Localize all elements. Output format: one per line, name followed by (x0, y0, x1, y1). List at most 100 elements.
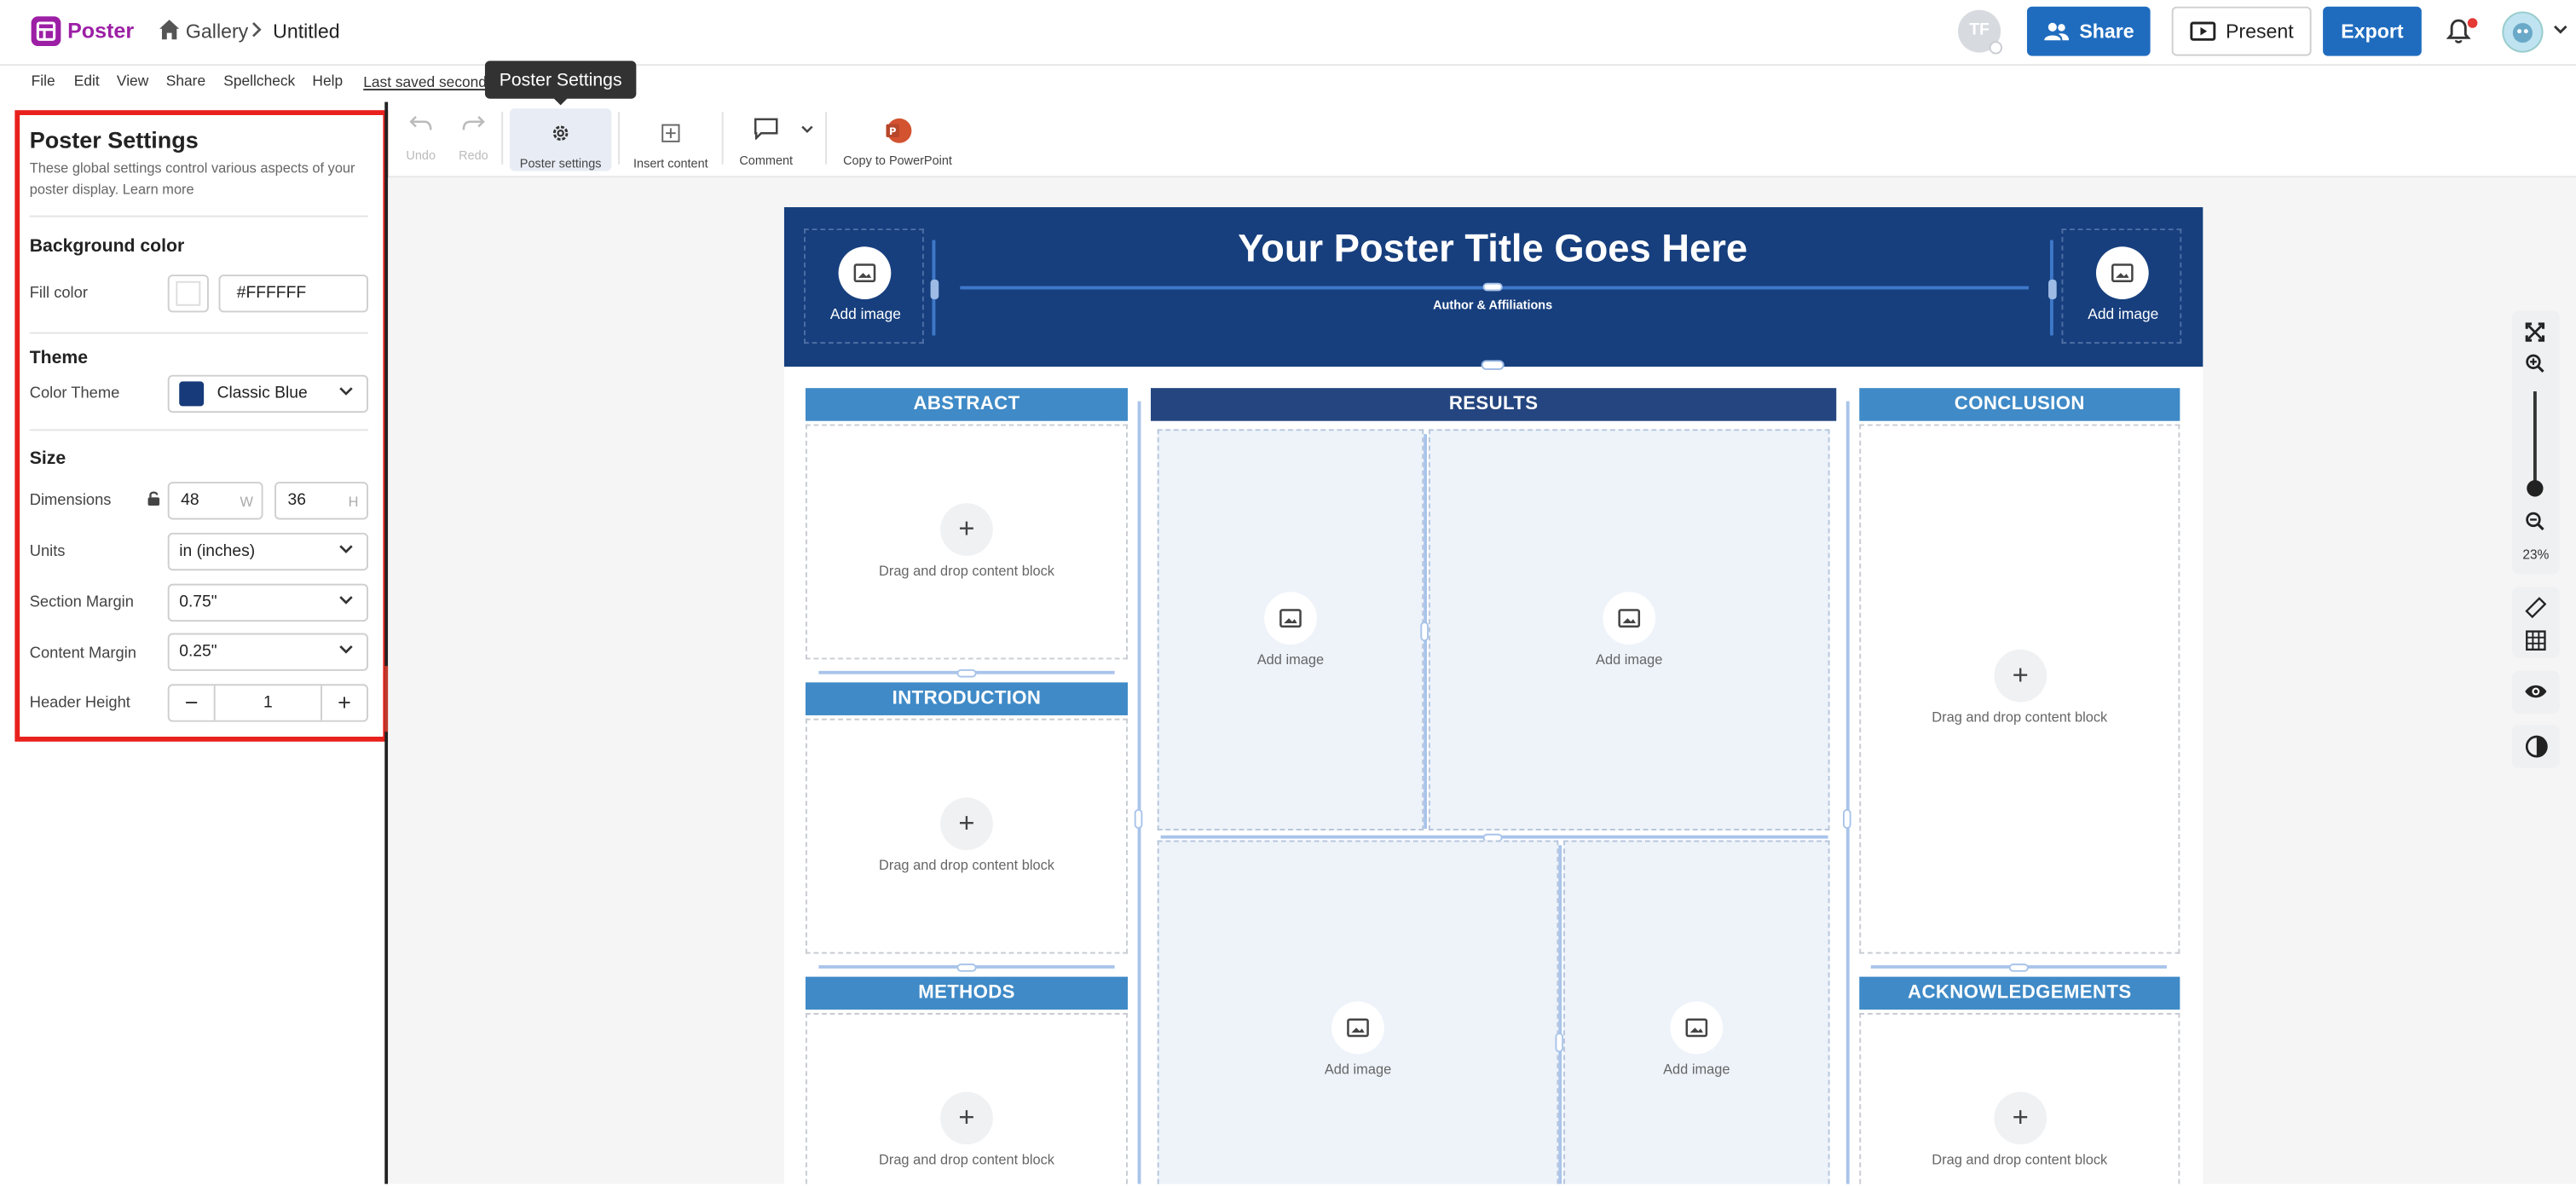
menu-file[interactable]: File (32, 72, 55, 89)
panel-divider (29, 332, 369, 334)
learn-more-link[interactable]: Learn more (123, 181, 194, 197)
add-image-label: Add image (1256, 651, 1325, 668)
header-right-image-label: Add image (2088, 305, 2159, 323)
menu-view[interactable]: View (117, 72, 148, 89)
header-splitter-knob[interactable] (930, 279, 939, 300)
eye-icon[interactable] (2523, 682, 2548, 700)
conclusion-content-block[interactable]: + Drag and drop content block (1859, 424, 2180, 954)
export-button[interactable]: Export (2323, 6, 2422, 56)
header-height-handle[interactable] (1481, 360, 1505, 370)
notification-badge (2467, 18, 2478, 28)
menu-share[interactable]: Share (166, 72, 205, 89)
header-height-stepper: − 1 + (167, 684, 369, 722)
conclusion-heading[interactable]: CONCLUSION (1859, 388, 2180, 421)
section-margin-select[interactable]: 0.75" (167, 583, 369, 622)
poster-logo-icon[interactable] (31, 16, 61, 47)
results-image-cell[interactable]: Add image (1157, 840, 1559, 1184)
header-height-value[interactable]: 1 (213, 686, 323, 720)
results-splitter-knob[interactable] (1420, 622, 1429, 642)
chevron-right-icon (250, 21, 263, 38)
menu-edit[interactable]: Edit (74, 72, 100, 89)
results-image-cell[interactable]: Add image (1157, 429, 1424, 830)
poster-title[interactable]: Your Poster Title Goes Here (1019, 227, 1967, 271)
poster-settings-button[interactable]: Poster settings (509, 108, 612, 171)
add-content-plus-icon[interactable]: + (1994, 1091, 2048, 1145)
section-splitter-knob[interactable] (956, 963, 977, 972)
chevron-down-icon[interactable] (2553, 25, 2567, 35)
drag-drop-label: Drag and drop content block (879, 562, 1054, 579)
fill-color-hex-input[interactable]: #FFFFFF (218, 275, 369, 313)
zoom-slider-thumb[interactable] (2527, 480, 2544, 497)
units-select[interactable]: in (inches) (167, 532, 369, 571)
contrast-icon[interactable] (2525, 735, 2548, 758)
grid-icon[interactable] (2525, 630, 2546, 651)
header-right-image-slot[interactable]: Add image (2061, 229, 2182, 344)
app-logo-text[interactable]: Poster (67, 18, 134, 43)
results-image-cell[interactable]: Add image (1563, 840, 1830, 1184)
share-button-label: Share (2079, 20, 2134, 43)
methods-heading[interactable]: METHODS (806, 976, 1129, 1010)
fit-to-screen-icon[interactable] (2525, 322, 2545, 342)
column-splitter-knob[interactable] (1842, 808, 1851, 830)
fill-color-preview (176, 281, 201, 306)
width-value: 48 (181, 491, 199, 510)
comment-dropdown-chevron-icon[interactable] (800, 125, 813, 134)
section-splitter-knob[interactable] (956, 668, 977, 678)
copy-to-powerpoint-button[interactable]: P Copy to PowerPoint (839, 108, 957, 171)
width-input[interactable]: 48 W (167, 482, 263, 520)
results-image-cell[interactable]: Add image (1428, 429, 1830, 830)
increment-button[interactable]: + (322, 686, 367, 720)
insert-content-button[interactable]: Insert content (628, 108, 713, 171)
acknowledgements-heading[interactable]: ACKNOWLEDGEMENTS (1859, 976, 2180, 1010)
methods-content-block[interactable]: + Drag and drop content block (806, 1013, 1129, 1184)
content-margin-select[interactable]: 0.25" (167, 633, 369, 671)
present-button[interactable]: Present (2171, 6, 2312, 56)
height-input[interactable]: 36 H (274, 482, 369, 520)
section-margin-value: 0.75" (179, 593, 217, 612)
add-image-label: Add image (1663, 1060, 1730, 1078)
present-icon (2190, 21, 2215, 41)
column-splitter[interactable] (1845, 401, 1850, 1184)
zoom-level: 23% (2522, 547, 2550, 563)
home-icon[interactable] (158, 18, 181, 41)
ruler-icon[interactable] (2525, 597, 2547, 619)
menu-help[interactable]: Help (312, 72, 343, 89)
add-content-plus-icon[interactable]: + (940, 503, 993, 556)
column-splitter[interactable] (1137, 401, 1141, 1184)
user-avatar[interactable] (2502, 11, 2544, 53)
lock-icon[interactable] (147, 490, 161, 506)
header-left-image-slot[interactable]: Add image (804, 229, 924, 344)
toolbar-divider (618, 112, 621, 165)
color-theme-select[interactable]: Classic Blue (167, 374, 369, 414)
decrement-button[interactable]: − (170, 686, 214, 720)
share-button[interactable]: Share (2026, 6, 2151, 56)
document-title[interactable]: Untitled (273, 20, 339, 43)
color-theme-value: Classic Blue (217, 385, 308, 403)
acknowledgements-content-block[interactable]: + Drag and drop content block (1859, 1013, 2180, 1184)
comment-button[interactable]: Comment (733, 108, 799, 171)
results-splitter-knob[interactable] (1555, 1033, 1564, 1053)
menu-spellcheck[interactable]: Spellcheck (223, 72, 295, 89)
introduction-heading[interactable]: INTRODUCTION (806, 682, 1129, 715)
poster-authors[interactable]: Author & Affiliations (1348, 298, 1637, 312)
section-splitter-knob[interactable] (2008, 963, 2029, 972)
drag-drop-label: Drag and drop content block (1932, 709, 2108, 726)
add-content-plus-icon[interactable]: + (940, 797, 993, 851)
undo-button[interactable]: Undo (401, 108, 441, 171)
insert-content-label: Insert content (633, 156, 708, 171)
zoom-in-icon[interactable] (2525, 354, 2544, 373)
column-splitter-knob[interactable] (1134, 808, 1143, 830)
header-splitter-knob[interactable] (2048, 279, 2057, 300)
breadcrumb-gallery[interactable]: Gallery (186, 20, 248, 43)
add-content-plus-icon[interactable]: + (940, 1091, 993, 1145)
zoom-out-icon[interactable] (2525, 512, 2544, 531)
redo-button[interactable]: Redo (453, 108, 493, 171)
last-saved-link[interactable]: Last saved second (363, 74, 487, 90)
header-title-knob[interactable] (1482, 282, 1503, 292)
results-splitter[interactable] (1558, 845, 1562, 1184)
abstract-content-block[interactable]: + Drag and drop content block (806, 424, 1129, 660)
introduction-content-block[interactable]: + Drag and drop content block (806, 718, 1129, 954)
abstract-heading[interactable]: ABSTRACT (806, 388, 1129, 421)
add-content-plus-icon[interactable]: + (1994, 649, 2048, 703)
results-heading[interactable]: RESULTS (1151, 388, 1837, 421)
